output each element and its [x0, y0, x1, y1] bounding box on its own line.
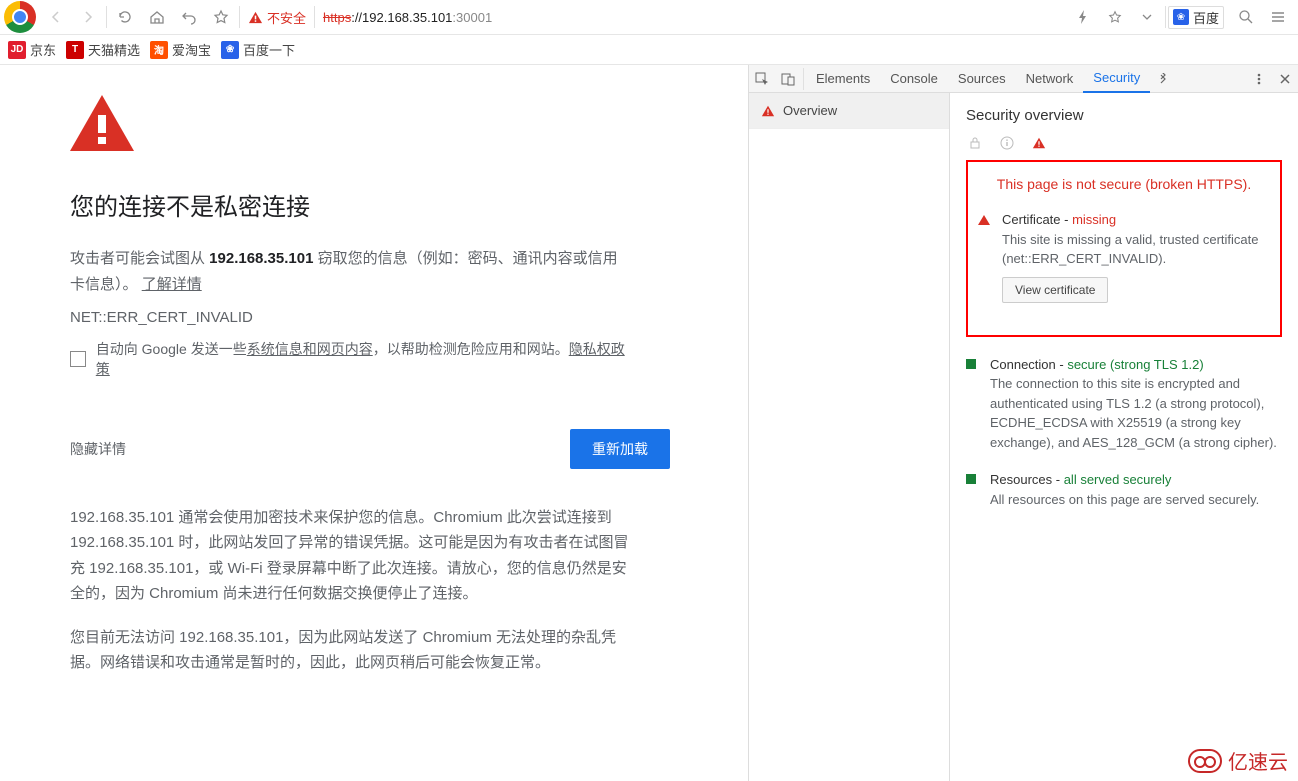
- security-overview-panel: Security overview This page is not secur…: [950, 93, 1298, 781]
- bookmark-baidu[interactable]: ❀百度一下: [221, 40, 295, 59]
- cert-description: This site is missing a valid, trusted ce…: [1002, 230, 1270, 269]
- devtools-menu-icon[interactable]: [1246, 66, 1272, 92]
- lock-icon: [968, 136, 982, 150]
- watermark-text: 亿速云: [1228, 746, 1288, 775]
- more-tabs-icon[interactable]: [1150, 66, 1176, 92]
- divider: [1165, 6, 1166, 28]
- bookmark-label: 天猫精选: [88, 40, 140, 59]
- resources-description: All resources on this page are served se…: [990, 490, 1282, 510]
- view-certificate-button[interactable]: View certificate: [1002, 277, 1108, 303]
- undo-button[interactable]: [173, 1, 205, 33]
- certificate-error-box: This page is not secure (broken HTTPS). …: [966, 160, 1282, 337]
- flash-icon[interactable]: [1067, 1, 1099, 33]
- learn-more-link[interactable]: 了解详情: [142, 276, 202, 293]
- watermark: 亿速云: [1188, 746, 1288, 775]
- annotation-arrow: [738, 195, 748, 445]
- reload-button[interactable]: 重新加载: [570, 429, 670, 469]
- divider: [314, 6, 315, 28]
- bookmark-label: 百度一下: [243, 40, 295, 59]
- tab-sources[interactable]: Sources: [948, 65, 1016, 93]
- bookmark-label: 京东: [30, 40, 56, 59]
- sidebar-item-overview[interactable]: Overview: [749, 93, 949, 129]
- connection-block: Connection - secure (strong TLS 1.2) The…: [966, 355, 1282, 453]
- search-engine-label: 百度: [1193, 8, 1219, 27]
- detail-paragraph: 192.168.35.101 通常会使用加密技术来保护您的信息。Chromium…: [70, 505, 630, 607]
- security-badge[interactable]: 不安全: [248, 8, 306, 27]
- system-info-link[interactable]: 系统信息和网页内容: [247, 341, 373, 357]
- warning-icon: [761, 104, 775, 118]
- search-engine-selector[interactable]: ❀ 百度: [1168, 6, 1224, 29]
- page-content: 您的连接不是私密连接 攻击者可能会试图从 192.168.35.101 窃取您的…: [0, 65, 748, 781]
- star-button[interactable]: [205, 1, 237, 33]
- watermark-logo-icon: [1188, 749, 1222, 773]
- devtools-panel: Elements Console Sources Network Securit…: [748, 65, 1298, 781]
- report-checkbox-row: 自动向 Google 发送一些系统信息和网页内容，以帮助检测危险应用和网站。隐私…: [70, 339, 630, 379]
- red-triangle-icon: [978, 214, 988, 224]
- info-icon: [1000, 136, 1014, 150]
- advanced-details: 192.168.35.101 通常会使用加密技术来保护您的信息。Chromium…: [70, 505, 630, 676]
- star-outline-icon[interactable]: [1099, 1, 1131, 33]
- home-button[interactable]: [141, 1, 173, 33]
- chevron-down-icon[interactable]: [1131, 1, 1163, 33]
- browser-toolbar: 不安全 https://192.168.35.101:30001 ❀ 百度: [0, 0, 1298, 35]
- tab-console[interactable]: Console: [880, 65, 948, 93]
- address-bar[interactable]: 不安全 https://192.168.35.101:30001: [248, 6, 492, 28]
- tab-security[interactable]: Security: [1083, 65, 1150, 93]
- forward-button[interactable]: [72, 1, 104, 33]
- divider: [106, 6, 107, 28]
- sidebar-item-label: Overview: [783, 103, 837, 118]
- insecure-label: 不安全: [267, 8, 306, 27]
- browser-logo: [4, 1, 36, 33]
- bookmark-bar: JD京东 T天猫精选 淘爱淘宝 ❀百度一下: [0, 35, 1298, 65]
- error-code: NET::ERR_CERT_INVALID: [70, 305, 630, 331]
- checkbox-text: 自动向 Google 发送一些系统信息和网页内容，以帮助检测危险应用和网站。隐私…: [96, 339, 630, 379]
- green-square-icon: [966, 359, 976, 369]
- reload-button[interactable]: [109, 1, 141, 33]
- inspect-element-icon[interactable]: [749, 66, 775, 92]
- back-button[interactable]: [40, 1, 72, 33]
- bookmark-tmall[interactable]: T天猫精选: [66, 40, 140, 59]
- baidu-icon: ❀: [1173, 9, 1189, 25]
- connection-description: The connection to this site is encrypted…: [990, 374, 1282, 452]
- warning-description: 攻击者可能会试图从 192.168.35.101 窃取您的信息（例如：密码、通讯…: [70, 246, 630, 297]
- divider: [239, 6, 240, 28]
- tab-network[interactable]: Network: [1016, 65, 1084, 93]
- devtools-close-icon[interactable]: [1272, 66, 1298, 92]
- search-icon[interactable]: [1230, 1, 1262, 33]
- warning-icon: [248, 10, 263, 25]
- warning-triangle-icon: [70, 95, 134, 151]
- bookmark-taobao[interactable]: 淘爱淘宝: [150, 40, 211, 59]
- devtools-tabbar: Elements Console Sources Network Securit…: [749, 65, 1298, 93]
- ssl-warning-page: 您的连接不是私密连接 攻击者可能会试图从 192.168.35.101 窃取您的…: [0, 65, 700, 724]
- url-text: https://192.168.35.101:30001: [323, 10, 492, 25]
- hide-advanced-link[interactable]: 隐藏详情: [70, 439, 126, 459]
- device-toggle-icon[interactable]: [775, 66, 801, 92]
- menu-icon[interactable]: [1262, 1, 1294, 33]
- detail-paragraph: 您目前无法访问 192.168.35.101，因为此网站发送了 Chromium…: [70, 625, 630, 676]
- bookmark-jd[interactable]: JD京东: [8, 40, 56, 59]
- tab-elements[interactable]: Elements: [806, 65, 880, 93]
- not-secure-message: This page is not secure (broken HTTPS).: [978, 176, 1270, 192]
- green-square-icon: [966, 474, 976, 484]
- security-status-icons: [966, 136, 1282, 150]
- resources-block: Resources - all served securely All reso…: [966, 470, 1282, 509]
- warning-title: 您的连接不是私密连接: [70, 187, 630, 222]
- panel-heading: Security overview: [966, 107, 1282, 124]
- bookmark-label: 爱淘宝: [172, 40, 211, 59]
- report-checkbox[interactable]: [70, 351, 86, 367]
- security-sidebar: Overview: [749, 93, 950, 781]
- alert-icon: [1032, 136, 1046, 150]
